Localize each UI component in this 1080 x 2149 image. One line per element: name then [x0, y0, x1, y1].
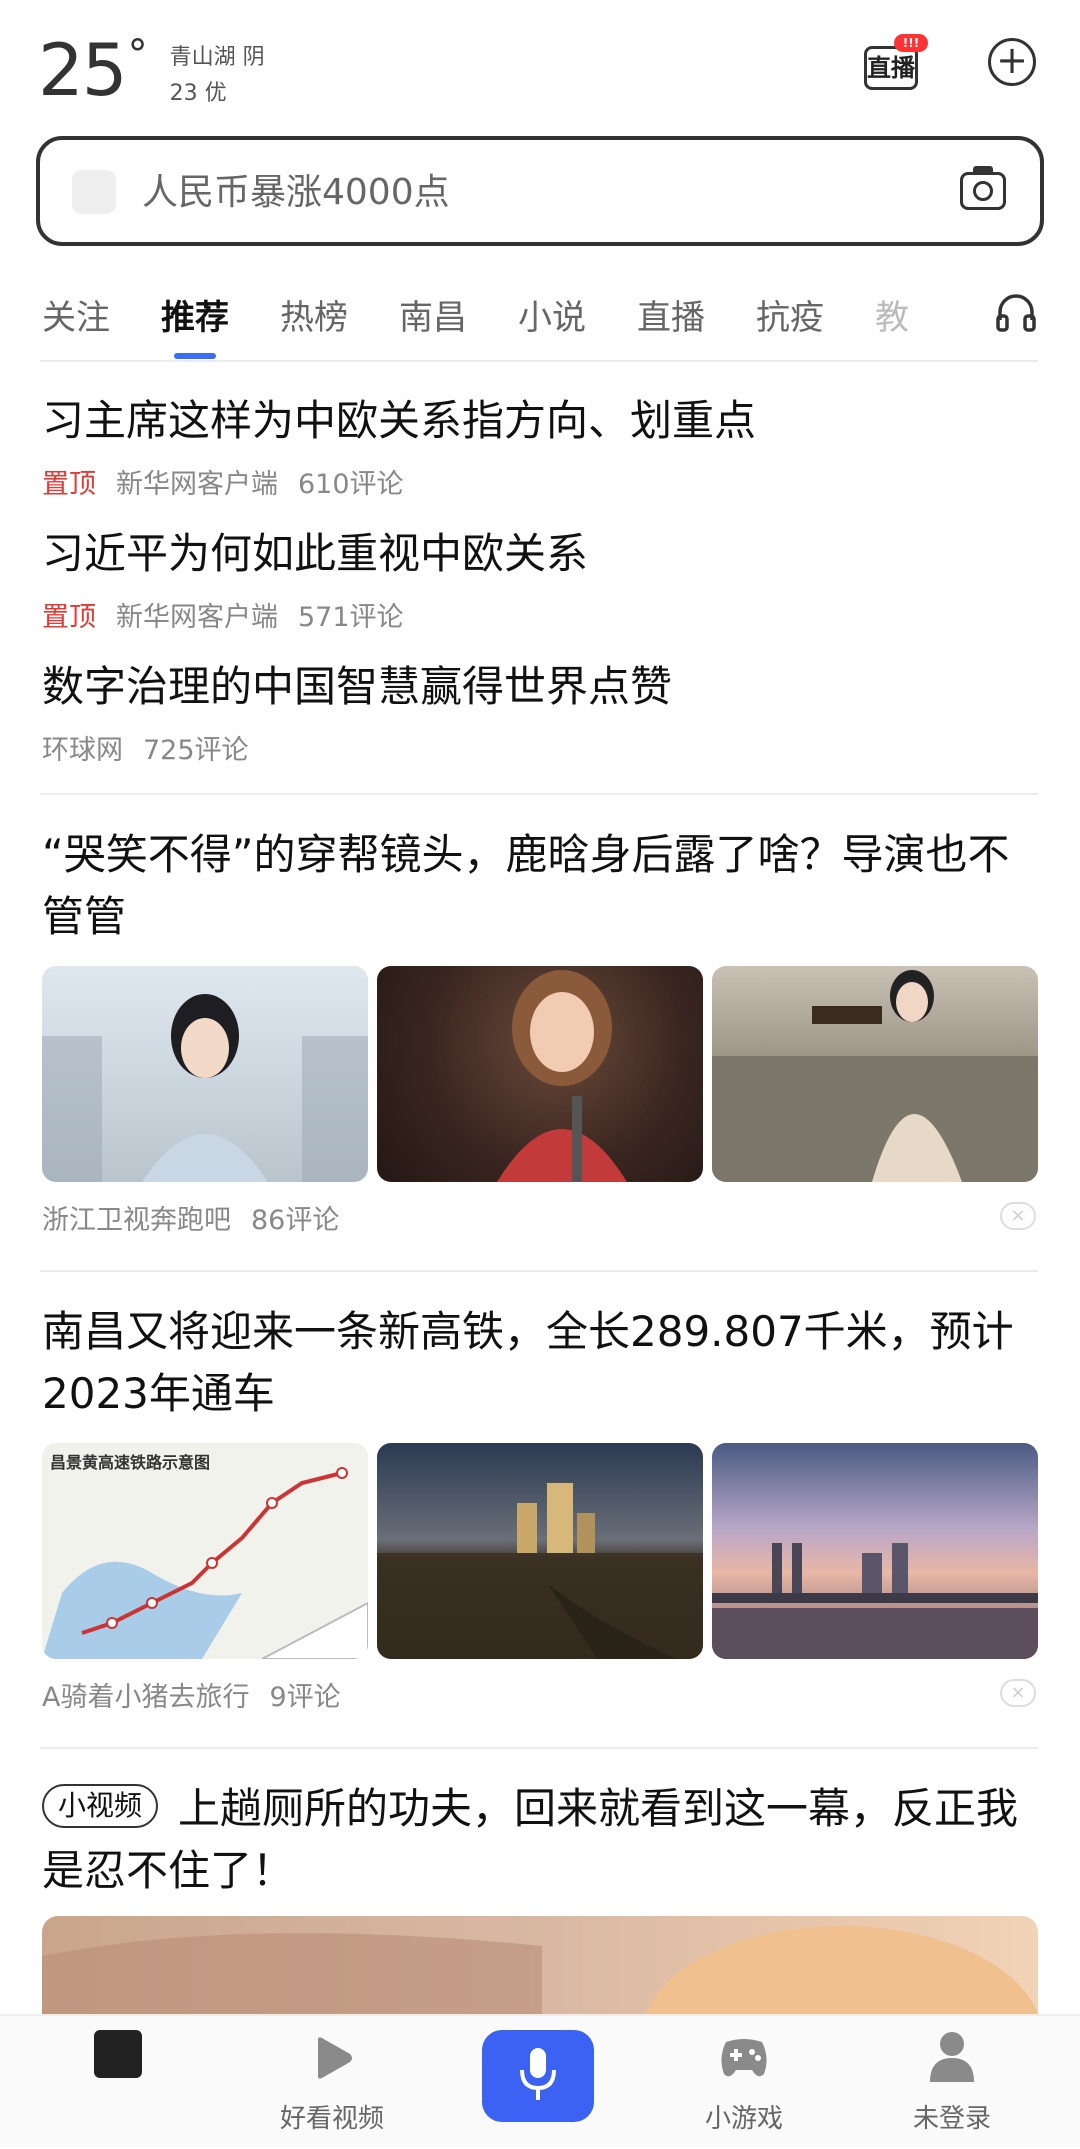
feed-title[interactable]: “哭笑不得”的穿帮镜头，鹿晗身后露了啥？导演也不管管: [42, 824, 1042, 948]
news-comments: 571评论: [298, 602, 404, 633]
news-meta: 置顶 新华网客户端 610评论: [42, 462, 404, 501]
gamepad-icon: [721, 2039, 767, 2077]
pinned-tag: 置顶: [42, 469, 96, 500]
feed-comments: 86评论: [251, 1205, 340, 1236]
news-source: 新华网客户端: [116, 602, 278, 633]
add-button[interactable]: +: [988, 38, 1036, 86]
voice-search-button[interactable]: [482, 2030, 594, 2122]
tab-nanchang[interactable]: 南昌: [399, 290, 467, 339]
thumbnail[interactable]: [377, 1443, 703, 1659]
feed-meta: 浙江卫视奔跑吧 86评论: [42, 1198, 339, 1237]
short-video-tag: 小视频: [42, 1783, 159, 1828]
camera-icon[interactable]: [960, 166, 1006, 210]
section-divider: [40, 1270, 1038, 1272]
home-icon: [94, 2030, 142, 2078]
tab-live[interactable]: 直播: [637, 290, 705, 339]
news-meta: 置顶 新华网客户端 571评论: [42, 595, 404, 634]
thumbnail[interactable]: [712, 966, 1038, 1182]
bottom-navigation: 好看视频 小游戏 未登录: [0, 2014, 1080, 2147]
feed-title-text: 上趟厕所的功夫，回来就看到这一幕，反正我是忍不住了！: [42, 1784, 1019, 1895]
pinned-tag: 置顶: [42, 602, 96, 633]
nav-label: 未登录: [912, 2104, 991, 2134]
news-meta: 环球网 725评论: [42, 728, 249, 767]
nav-home[interactable]: [40, 2016, 200, 2149]
weather-widget[interactable]: 25 ° 青山湖 阴 23 优: [38, 30, 265, 110]
feed-source: 浙江卫视奔跑吧: [42, 1205, 231, 1236]
microphone-icon: [520, 2048, 556, 2100]
tab-novel[interactable]: 小说: [518, 290, 586, 339]
headphone-icon[interactable]: [994, 290, 1038, 334]
dismiss-icon[interactable]: ×: [1000, 1202, 1036, 1230]
news-title[interactable]: 数字治理的中国智慧赢得世界点赞: [42, 656, 1042, 718]
nav-video[interactable]: 好看视频: [252, 2016, 412, 2149]
nav-label: 好看视频: [279, 2104, 384, 2134]
thumbnail[interactable]: [712, 1443, 1038, 1659]
degree-symbol: °: [127, 32, 148, 78]
news-title[interactable]: 习主席这样为中欧关系指方向、划重点: [42, 390, 1042, 452]
section-divider: [40, 1747, 1038, 1749]
thumbnail[interactable]: [42, 966, 368, 1182]
air-quality: 23 优: [169, 81, 227, 106]
nav-games[interactable]: 小游戏: [664, 2016, 824, 2149]
search-input[interactable]: [140, 158, 944, 226]
feed-comments: 9评论: [269, 1682, 341, 1713]
news-title[interactable]: 习近平为何如此重视中欧关系: [42, 523, 1042, 585]
search-logo-icon: [72, 170, 116, 214]
feed-meta: A骑着小猪去旅行 9评论: [42, 1675, 341, 1714]
tab-education[interactable]: 教: [875, 290, 909, 339]
channel-tabs: 关注 推荐 热榜 南昌 小说 直播 抗疫 教: [42, 284, 1022, 344]
plus-icon: +: [996, 38, 1028, 82]
map-caption: 昌景黄高速铁路示意图: [50, 1453, 211, 1472]
feed-title[interactable]: 南昌又将迎来一条新高铁，全长289.807千米，预计2023年通车: [42, 1301, 1042, 1425]
feed-source: A骑着小猪去旅行: [42, 1682, 250, 1713]
location-weather: 青山湖 阴: [169, 45, 265, 70]
nav-profile[interactable]: 未登录: [872, 2016, 1032, 2149]
thumbnail[interactable]: [377, 966, 703, 1182]
tab-follow[interactable]: 关注: [42, 290, 110, 339]
weather-details: 青山湖 阴 23 优: [170, 40, 265, 112]
feed-title[interactable]: 小视频 上趟厕所的功夫，回来就看到这一幕，反正我是忍不住了！: [42, 1778, 1042, 1902]
news-source: 新华网客户端: [116, 469, 278, 500]
live-badge: !!!: [894, 34, 928, 52]
live-label: 直播: [867, 54, 915, 82]
dismiss-icon[interactable]: ×: [1000, 1679, 1036, 1707]
thumbnail[interactable]: 昌景黄高速铁路示意图: [42, 1443, 368, 1659]
tab-anti-epidemic[interactable]: 抗疫: [756, 290, 824, 339]
tv-icon: 直播: [864, 46, 918, 90]
user-icon: [930, 2032, 974, 2082]
search-bar[interactable]: [36, 136, 1044, 246]
nav-label: 小游戏: [704, 2104, 783, 2134]
section-divider: [40, 793, 1038, 795]
temperature: 25: [38, 28, 128, 112]
image-row[interactable]: 昌景黄高速铁路示意图: [42, 1443, 1038, 1659]
tab-hot[interactable]: 热榜: [280, 290, 348, 339]
live-button[interactable]: 直播 !!!: [862, 34, 928, 92]
news-comments: 610评论: [298, 469, 404, 500]
play-icon: [318, 2037, 352, 2079]
tab-recommend[interactable]: 推荐: [161, 290, 229, 339]
news-comments: 725评论: [143, 735, 249, 766]
image-row[interactable]: [42, 966, 1038, 1182]
tabs-divider: [40, 360, 1038, 362]
news-source: 环球网: [42, 735, 123, 766]
